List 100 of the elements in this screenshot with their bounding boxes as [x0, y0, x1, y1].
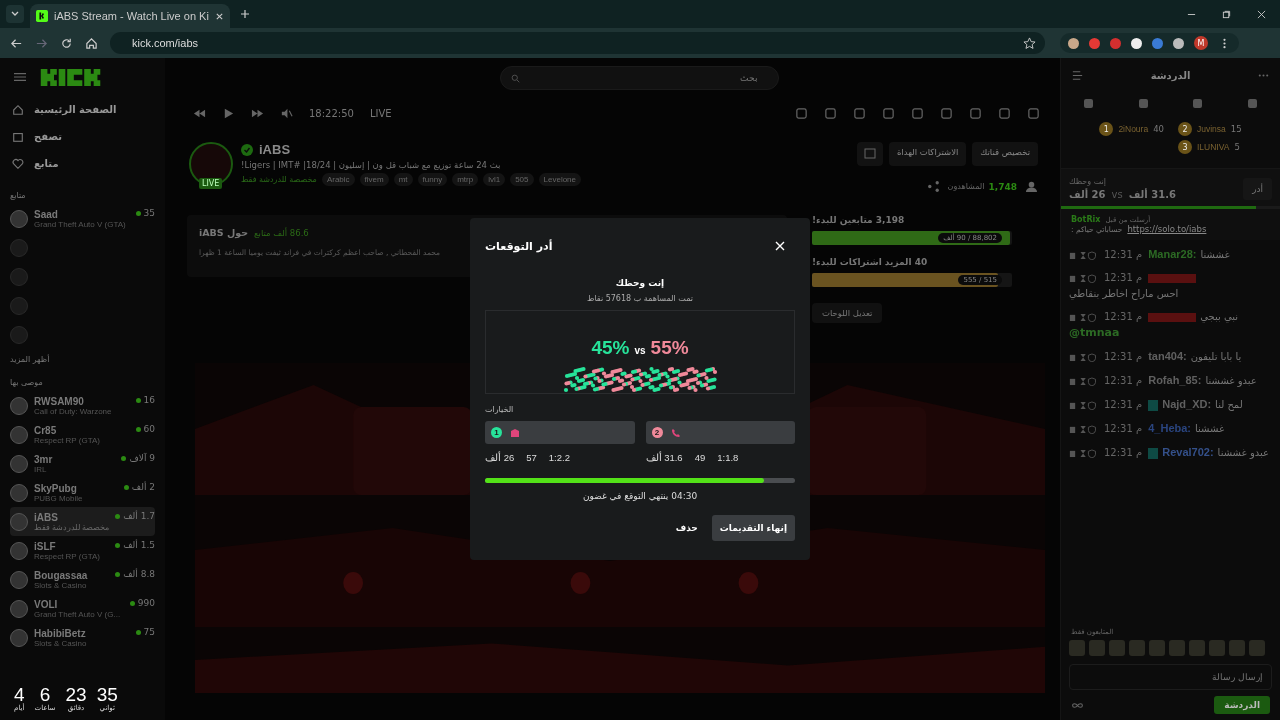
channel-name[interactable]: Saad: [34, 208, 130, 220]
player-control-icon[interactable]: [940, 106, 953, 120]
message-time: 12:31 م: [1104, 398, 1143, 412]
play-icon[interactable]: [222, 106, 235, 120]
menu-icon[interactable]: [14, 72, 26, 82]
send-button[interactable]: الدردشة: [1214, 696, 1270, 714]
profile-button[interactable]: M: [1194, 36, 1208, 50]
moderation-icons-drawing[interactable]: [1069, 273, 1099, 283]
end-submissions-button[interactable]: إنهاء التقديمات: [711, 515, 795, 541]
username[interactable]: Najd_XD:: [1162, 396, 1212, 412]
tag[interactable]: Levelone: [538, 173, 581, 186]
avatar[interactable]: [10, 209, 28, 228]
message-time: 12:31 م: [1104, 310, 1143, 324]
channel-item[interactable]: VOLI Grand Theft Auto V (G... 990: [10, 594, 155, 623]
moderation-icons-drawing[interactable]: [1069, 376, 1099, 386]
prediction-question: إنت وحظك: [614, 278, 666, 288]
stream-title: بث 24 ساعة توزيع مع شباب قل ون | إسليون | 18/24| #Ligers | IMT!: [241, 160, 502, 170]
username[interactable]: tan404:: [1148, 348, 1187, 364]
tag[interactable]: mt: [393, 173, 413, 186]
username[interactable]: Reval702:: [1162, 444, 1214, 460]
option-number: 2: [651, 427, 663, 438]
search-field[interactable]: بحث: [500, 66, 779, 90]
extension-icon[interactable]: [1068, 37, 1079, 49]
chat-tool-icon[interactable]: [1193, 98, 1203, 108]
extension-icon[interactable]: [1173, 37, 1184, 49]
player-control-icon[interactable]: [969, 106, 982, 120]
player-control-icon[interactable]: [1027, 106, 1040, 120]
leader-name[interactable]: Juvinsa: [1197, 124, 1226, 134]
show-more-link[interactable]: أظهر المزيد: [10, 355, 155, 364]
channel-button[interactable]: تخصيص قناتك: [972, 142, 1038, 166]
clip-button[interactable]: [856, 142, 883, 166]
restore-icon[interactable]: [1222, 9, 1231, 19]
chat-input[interactable]: إرسال رسالة: [1069, 664, 1272, 690]
contribution-text: تمت المساهمة ب 57618 نقاط: [586, 294, 694, 303]
nav-item[interactable]: تصفح: [34, 131, 62, 142]
nav-item[interactable]: الصفحة الرئيسية: [34, 104, 117, 115]
rank-badge: 3: [1178, 140, 1192, 154]
player-control-icon[interactable]: [824, 106, 837, 120]
message-time: 12:31 م: [1104, 374, 1143, 388]
message-time: 12:31 م: [1104, 446, 1143, 460]
percent-a: 45%: [591, 337, 630, 359]
bookmark-star-icon[interactable]: [1023, 36, 1036, 50]
leader-name[interactable]: ILUNIVA: [1197, 142, 1230, 152]
username[interactable]: Rofah_85:: [1148, 372, 1202, 388]
tag[interactable]: funny: [417, 173, 448, 186]
player-control-icon[interactable]: [795, 106, 808, 120]
chat-tool-icon[interactable]: [1138, 98, 1148, 108]
close-tab-icon[interactable]: [215, 11, 224, 21]
tab-list-button[interactable]: [6, 5, 24, 23]
delete-button[interactable]: حذف: [675, 523, 698, 533]
close-icon[interactable]: [1257, 9, 1266, 19]
username[interactable]: BotRix: [1071, 215, 1101, 224]
leader-name[interactable]: 2iNoura: [1118, 124, 1149, 134]
tag[interactable]: fivem: [359, 173, 389, 186]
mention-link[interactable]: @tmnaa: [1069, 325, 1120, 341]
user-icon: [1025, 180, 1038, 193]
option-field[interactable]: 1: [485, 421, 635, 444]
reload-icon[interactable]: [60, 36, 73, 50]
player-control-icon[interactable]: [998, 106, 1011, 120]
tag[interactable]: Arabic: [321, 173, 355, 186]
tag[interactable]: mtrp: [452, 173, 479, 186]
moderation-icons-drawing[interactable]: [1069, 424, 1099, 434]
chat-tool-icon[interactable]: [1248, 98, 1258, 108]
chat-tool-icon[interactable]: [1083, 98, 1093, 108]
live-indicator: LIVE: [369, 107, 392, 119]
share-icon[interactable]: [926, 180, 940, 193]
collapse-chat-icon[interactable]: [1071, 68, 1084, 82]
search-input[interactable]: بحث: [526, 72, 760, 84]
extension-icon[interactable]: [1131, 37, 1142, 49]
section-heading: متابع: [10, 191, 27, 200]
tag[interactable]: lvl1: [483, 173, 506, 186]
moderation-icons-drawing[interactable]: [1069, 250, 1099, 260]
about-title: حول iABS: [199, 227, 249, 238]
channel-button[interactable]: الاشتراكات الهداة: [888, 142, 967, 166]
address-bar[interactable]: kick.com/iabs: [110, 32, 1045, 54]
kick-logo[interactable]: [40, 68, 102, 86]
manage-button[interactable]: أدر: [1243, 177, 1272, 200]
channel-item[interactable]: RWSAM90 Call of Duty: Warzone 16: [10, 391, 155, 420]
new-tab-icon[interactable]: [240, 9, 250, 19]
moderation-icons-drawing[interactable]: [1069, 312, 1099, 322]
channel-item[interactable]: Cr85 Respect RP (GTA) 60: [10, 420, 155, 449]
moderation-icons-drawing[interactable]: [1069, 352, 1099, 362]
player-control-icon[interactable]: [911, 106, 924, 120]
nav-item[interactable]: متابع: [34, 158, 59, 169]
dialog-title: أدر التوقعات: [485, 239, 553, 253]
message-time: 12:31 م: [1104, 350, 1143, 364]
username[interactable]: Manar28:: [1148, 246, 1197, 262]
browser-tab[interactable]: iABS Stream - Watch Live on Ki: [30, 4, 230, 28]
player-control-icon[interactable]: [853, 106, 866, 120]
moderation-icons-drawing[interactable]: [1069, 400, 1099, 410]
home-icon[interactable]: [85, 36, 98, 50]
player-control-icon[interactable]: [882, 106, 895, 120]
channel-item[interactable]: HabibiBetz Slots & Casino 75: [10, 623, 155, 652]
tag[interactable]: 505: [510, 173, 534, 186]
link[interactable]: https://solo.to/iabs: [1127, 224, 1207, 234]
viewer-count: 35: [143, 208, 155, 218]
option-number: 1: [491, 427, 502, 438]
edit-panels-button[interactable]: تعديل اللوحات: [812, 303, 883, 323]
moderation-icons-drawing[interactable]: [1069, 448, 1099, 458]
option-field[interactable]: 2: [645, 421, 795, 444]
